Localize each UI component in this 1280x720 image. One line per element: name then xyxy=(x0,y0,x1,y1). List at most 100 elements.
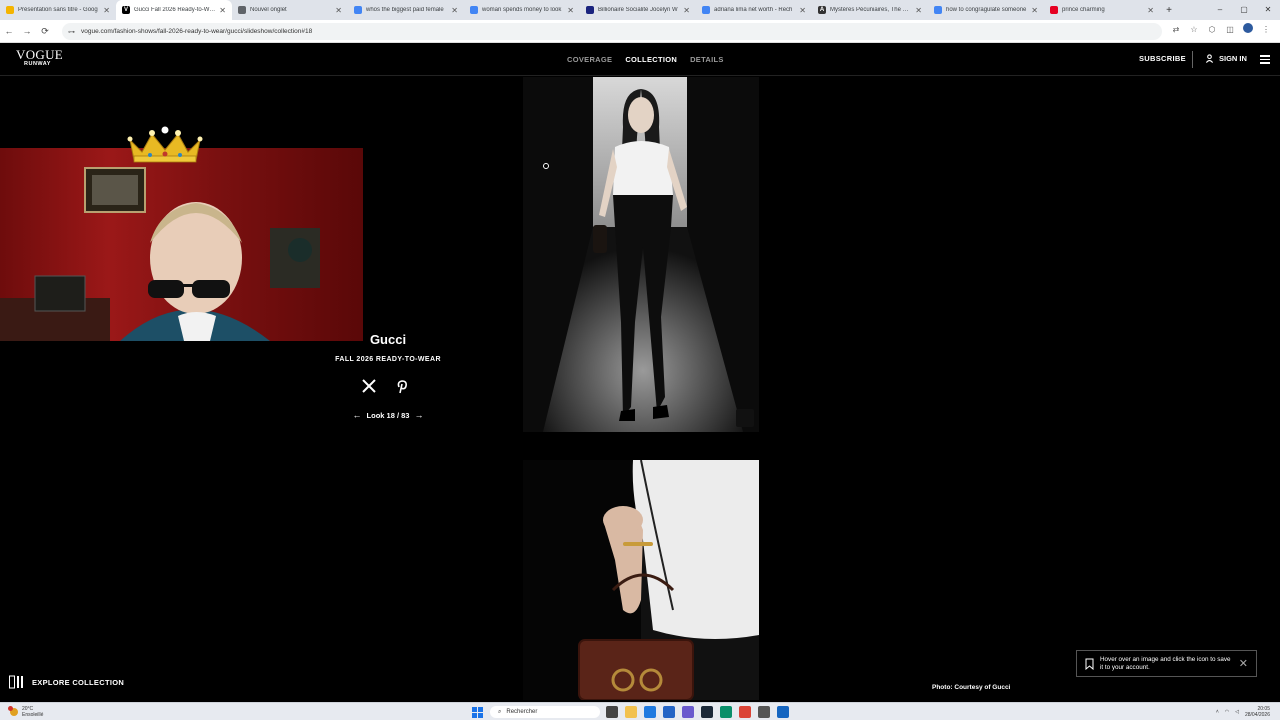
subscribe-link[interactable]: SUBSCRIBE xyxy=(1139,54,1186,63)
close-tab-icon[interactable]: ✕ xyxy=(915,6,922,15)
more-menu-icon[interactable]: ⋮ xyxy=(1260,25,1272,34)
tab-title: Mystères Pécuniaires, The Cult Les xyxy=(830,7,913,13)
wifi-icon[interactable]: ◠ xyxy=(1225,709,1229,715)
pinterest-icon[interactable] xyxy=(393,378,409,394)
mouse-cursor xyxy=(543,163,549,169)
tab-title: adriana lima net worth - Rech xyxy=(714,7,793,13)
crown-overlay-icon xyxy=(127,126,203,163)
extensions-puzzle-icon[interactable]: ◫ xyxy=(1224,25,1236,34)
close-tab-icon[interactable]: ✕ xyxy=(799,6,806,15)
browser-tab[interactable]: Billionaire Socialite Jocelyn W ✕ xyxy=(580,0,696,20)
tab-title: whos the biggest paid female xyxy=(366,7,444,13)
bookmark-star-icon[interactable]: ☆ xyxy=(1188,25,1200,34)
tab-title: woman spends money to look xyxy=(482,7,562,13)
close-tab-icon[interactable]: ✕ xyxy=(451,6,458,15)
windows-start-icon[interactable] xyxy=(472,707,483,718)
translate-icon[interactable]: ⇄ xyxy=(1170,25,1182,34)
runway-look-image[interactable] xyxy=(523,77,759,432)
extension-icon[interactable]: ⬡ xyxy=(1206,25,1218,34)
nav-details[interactable]: DETAILS xyxy=(690,55,724,64)
os-taskbar: 20°C Ensoleillé ⌕ Rechercher ˄ ◠ ◁ 20:05… xyxy=(0,702,1280,720)
messenger-icon[interactable] xyxy=(682,706,694,718)
browser-tab[interactable]: Nouvel onglet ✕ xyxy=(232,0,348,20)
browser-tab[interactable]: V Gucci Fall 2026 Ready-to-Wear ✕ xyxy=(116,0,232,20)
weather-widget[interactable]: 20°C Ensoleillé xyxy=(8,706,44,718)
taskbar-search-placeholder: Rechercher xyxy=(506,709,538,715)
designer-name[interactable]: Gucci xyxy=(370,332,406,347)
look-counter: Look 18 / 83 xyxy=(366,410,410,420)
close-tab-icon[interactable]: ✕ xyxy=(335,6,342,15)
menu-icon[interactable] xyxy=(1260,55,1270,66)
close-tab-icon[interactable]: ✕ xyxy=(103,6,110,15)
chrome-icon[interactable] xyxy=(739,706,751,718)
task-view-icon[interactable] xyxy=(606,706,618,718)
file-explorer-icon[interactable] xyxy=(625,706,637,718)
sign-in-link[interactable]: SIGN IN xyxy=(1205,54,1247,63)
save-image-icon[interactable] xyxy=(736,409,754,427)
close-window-icon[interactable]: ✕ xyxy=(1256,0,1280,20)
url-text: vogue.com/fashion-shows/fall-2026-ready-… xyxy=(81,28,313,35)
url-input[interactable]: ⊶ vogue.com/fashion-shows/fall-2026-read… xyxy=(62,23,1162,40)
weather-desc: Ensoleillé xyxy=(22,712,44,718)
minimize-icon[interactable]: – xyxy=(1208,0,1232,20)
photo-credit: Photo: Courtesy of Gucci xyxy=(932,684,1011,691)
close-tab-icon[interactable]: ✕ xyxy=(1147,6,1154,15)
sun-icon xyxy=(8,706,18,716)
header-divider xyxy=(1192,51,1193,68)
site-info-icon[interactable]: ⊶ xyxy=(68,28,75,36)
close-icon[interactable]: ✕ xyxy=(1239,657,1248,670)
clock[interactable]: 20:05 28/04/2026 xyxy=(1245,706,1270,718)
close-tab-icon[interactable]: ✕ xyxy=(567,6,574,15)
runway-detail-image[interactable] xyxy=(523,460,759,700)
x-twitter-icon[interactable] xyxy=(361,378,377,394)
tab-title: how to congragulate someone xyxy=(946,7,1027,13)
store-icon[interactable] xyxy=(663,706,675,718)
save-tip-toast: Hover over an image and click the icon t… xyxy=(1076,650,1257,677)
tab-title: Nouvel onglet xyxy=(250,7,287,13)
address-bar: ← → ⟳ ⊶ vogue.com/fashion-shows/fall-202… xyxy=(0,20,1280,43)
steam-icon[interactable] xyxy=(701,706,713,718)
tray-chevron-icon[interactable]: ˄ xyxy=(1216,709,1219,715)
browser-tab[interactable]: prince charming ✕ xyxy=(1044,0,1160,20)
reload-icon[interactable]: ⟳ xyxy=(36,26,54,37)
close-tab-icon[interactable]: ✕ xyxy=(1031,6,1038,15)
back-icon[interactable]: ← xyxy=(0,26,18,36)
runway-detail-picture xyxy=(523,460,759,700)
nav-coverage[interactable]: COVERAGE xyxy=(567,55,612,64)
tab-favicon-icon xyxy=(470,6,478,14)
volume-icon[interactable]: ◁ xyxy=(1235,709,1239,715)
tab-favicon-icon: V xyxy=(122,6,130,14)
edge-icon[interactable] xyxy=(644,706,656,718)
browser-tab[interactable]: A Mystères Pécuniaires, The Cult Les✕ xyxy=(812,0,928,20)
close-tab-icon[interactable]: ✕ xyxy=(683,6,690,15)
taskbar-search[interactable]: ⌕ Rechercher xyxy=(490,706,600,718)
browser-tab-strip: Présentation sans titre - Goog ✕ V Gucci Fa… xyxy=(0,0,1280,20)
tab-favicon-icon xyxy=(354,6,362,14)
browser-tab[interactable]: whos the biggest paid female ✕ xyxy=(348,0,464,20)
next-look-arrow-icon[interactable]: → xyxy=(414,410,423,420)
look-navigation: ← Look 18 / 83 → xyxy=(353,410,424,420)
app3-icon[interactable] xyxy=(777,706,789,718)
previous-look-arrow-icon[interactable]: ← xyxy=(353,410,362,420)
webcam-scene xyxy=(0,148,363,341)
browser-tab[interactable]: Présentation sans titre - Goog ✕ xyxy=(0,0,116,20)
new-tab-button[interactable]: + xyxy=(1160,5,1178,16)
tab-favicon-icon xyxy=(586,6,594,14)
system-tray: ˄ ◠ ◁ 20:05 28/04/2026 xyxy=(1216,706,1270,718)
maximize-icon[interactable]: ▢ xyxy=(1232,0,1256,20)
tab-favicon-icon xyxy=(238,6,246,14)
close-tab-icon[interactable]: ✕ xyxy=(219,6,226,15)
explore-collection-button[interactable]: EXPLORE COLLECTION xyxy=(9,675,124,689)
nav-collection[interactable]: COLLECTION xyxy=(625,55,677,64)
search-icon: ⌕ xyxy=(498,708,502,715)
browser-tab[interactable]: how to congragulate someone ✕ xyxy=(928,0,1044,20)
vogue-runway-logo[interactable]: VOGUE RUNWAY xyxy=(16,48,63,67)
browser-tab[interactable]: adriana lima net worth - Rech ✕ xyxy=(696,0,812,20)
app2-icon[interactable] xyxy=(758,706,770,718)
profile-avatar[interactable] xyxy=(1242,23,1254,35)
save-tip-text: Hover over an image and click the icon t… xyxy=(1100,655,1231,671)
window-controls: – ▢ ✕ xyxy=(1208,0,1280,20)
forward-icon[interactable]: → xyxy=(18,26,36,36)
app-icon[interactable] xyxy=(720,706,732,718)
browser-tab[interactable]: woman spends money to look ✕ xyxy=(464,0,580,20)
